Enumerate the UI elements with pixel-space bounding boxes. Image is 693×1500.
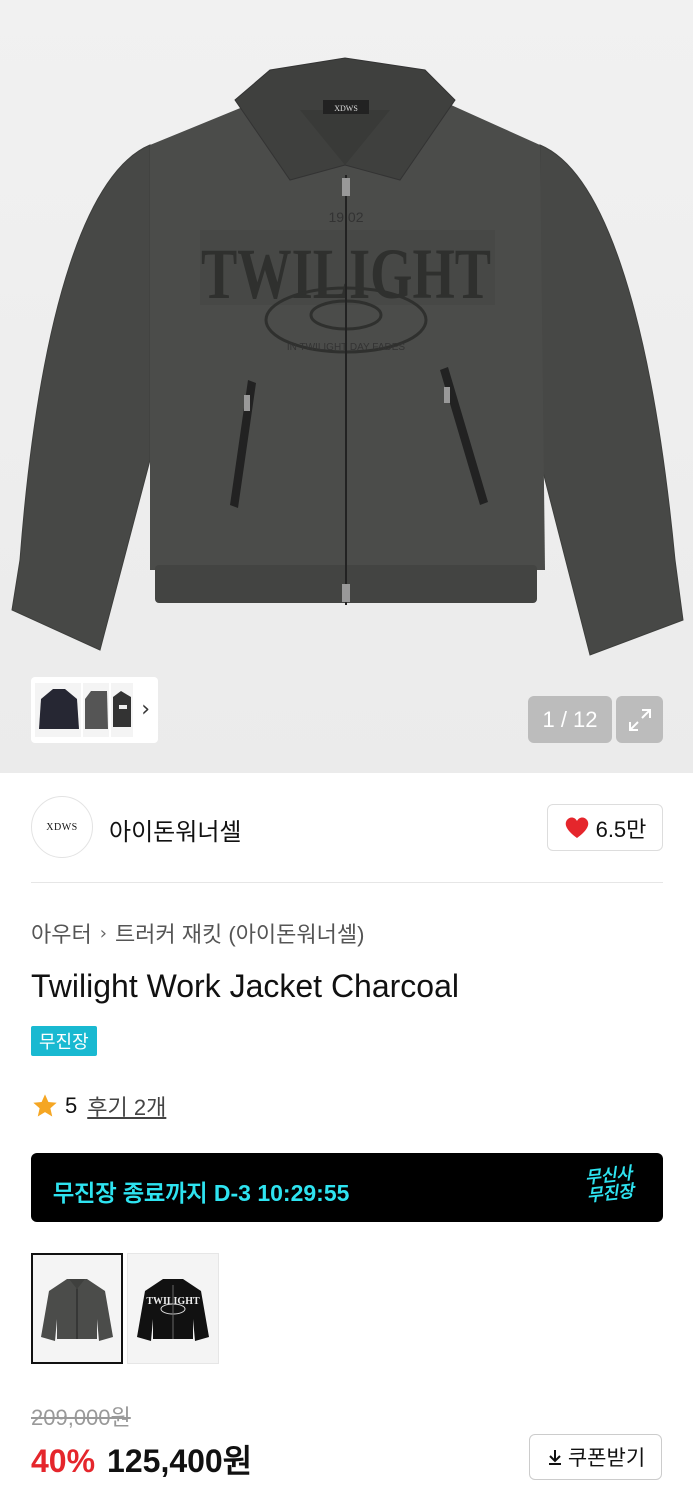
product-main-image[interactable]: XDWS 19 02 TWILIGHT IN TWILIGHT DAY FADE… — [0, 0, 693, 773]
swatch-image — [41, 1278, 113, 1341]
coupon-label: 쿠폰받기 — [567, 1447, 646, 1470]
brand-name[interactable]: 아이돈워너셀 — [109, 812, 241, 847]
breadcrumb-category[interactable]: 아우터 — [31, 917, 92, 949]
reviews-link[interactable]: 후기 2개 — [87, 1090, 166, 1122]
promo-logo: 무신사 무진장 — [584, 1164, 635, 1206]
color-swatch-black[interactable]: TWILIGHT — [127, 1253, 219, 1364]
original-price: 209,000원 — [31, 1405, 131, 1430]
rating-score: 5 — [65, 1093, 78, 1118]
breadcrumb: 아우터 › 트러커 재킷 (아이돈워너셀) — [31, 917, 364, 949]
promo-countdown-banner[interactable]: 무진장 종료까지 D-3 10:29:55 무신사 무진장 — [31, 1153, 663, 1222]
chevron-right-icon[interactable]: › — [141, 697, 150, 722]
breadcrumb-subcategory[interactable]: 트러커 재킷 (아이돈워너셀) — [115, 917, 365, 949]
swatch-image: TWILIGHT — [137, 1278, 209, 1341]
like-count: 6.5만 — [595, 816, 647, 842]
discount-rate: 40% — [31, 1443, 96, 1479]
promo-badge: 무진장 — [31, 1026, 97, 1056]
heart-icon — [565, 816, 588, 838]
star-icon — [33, 1094, 57, 1117]
sale-price: 125,400원 — [107, 1443, 253, 1479]
sale-price-row: 40% 125,400원 — [31, 1436, 252, 1482]
expand-icon[interactable] — [616, 696, 663, 743]
brand-logo[interactable]: XDWS — [31, 796, 93, 858]
thumbnail-strip[interactable]: › — [31, 677, 158, 743]
chevron-right-icon: › — [99, 922, 107, 944]
jacket-label: XDWS — [334, 104, 358, 113]
download-icon — [548, 1450, 561, 1465]
promo-logo-line2: 무진장 — [586, 1181, 635, 1206]
countdown-text: 무진장 종료까지 D-3 10:29:55 — [53, 1180, 350, 1206]
coupon-button[interactable]: 쿠폰받기 — [529, 1434, 662, 1480]
rating: 5 후기 2개 — [31, 1090, 166, 1122]
image-counter: 1 / 12 — [528, 696, 612, 743]
brand-row: XDWS 아이돈워너셀 6.5만 — [31, 796, 663, 858]
like-button[interactable]: 6.5만 — [547, 804, 663, 851]
color-swatch-charcoal[interactable] — [31, 1253, 123, 1364]
product-title: Twilight Work Jacket Charcoal — [31, 968, 459, 1004]
thumbnail-images[interactable] — [35, 681, 135, 739]
product-image-gallery[interactable]: XDWS 19 02 TWILIGHT IN TWILIGHT DAY FADE… — [0, 0, 693, 773]
divider — [31, 882, 663, 883]
